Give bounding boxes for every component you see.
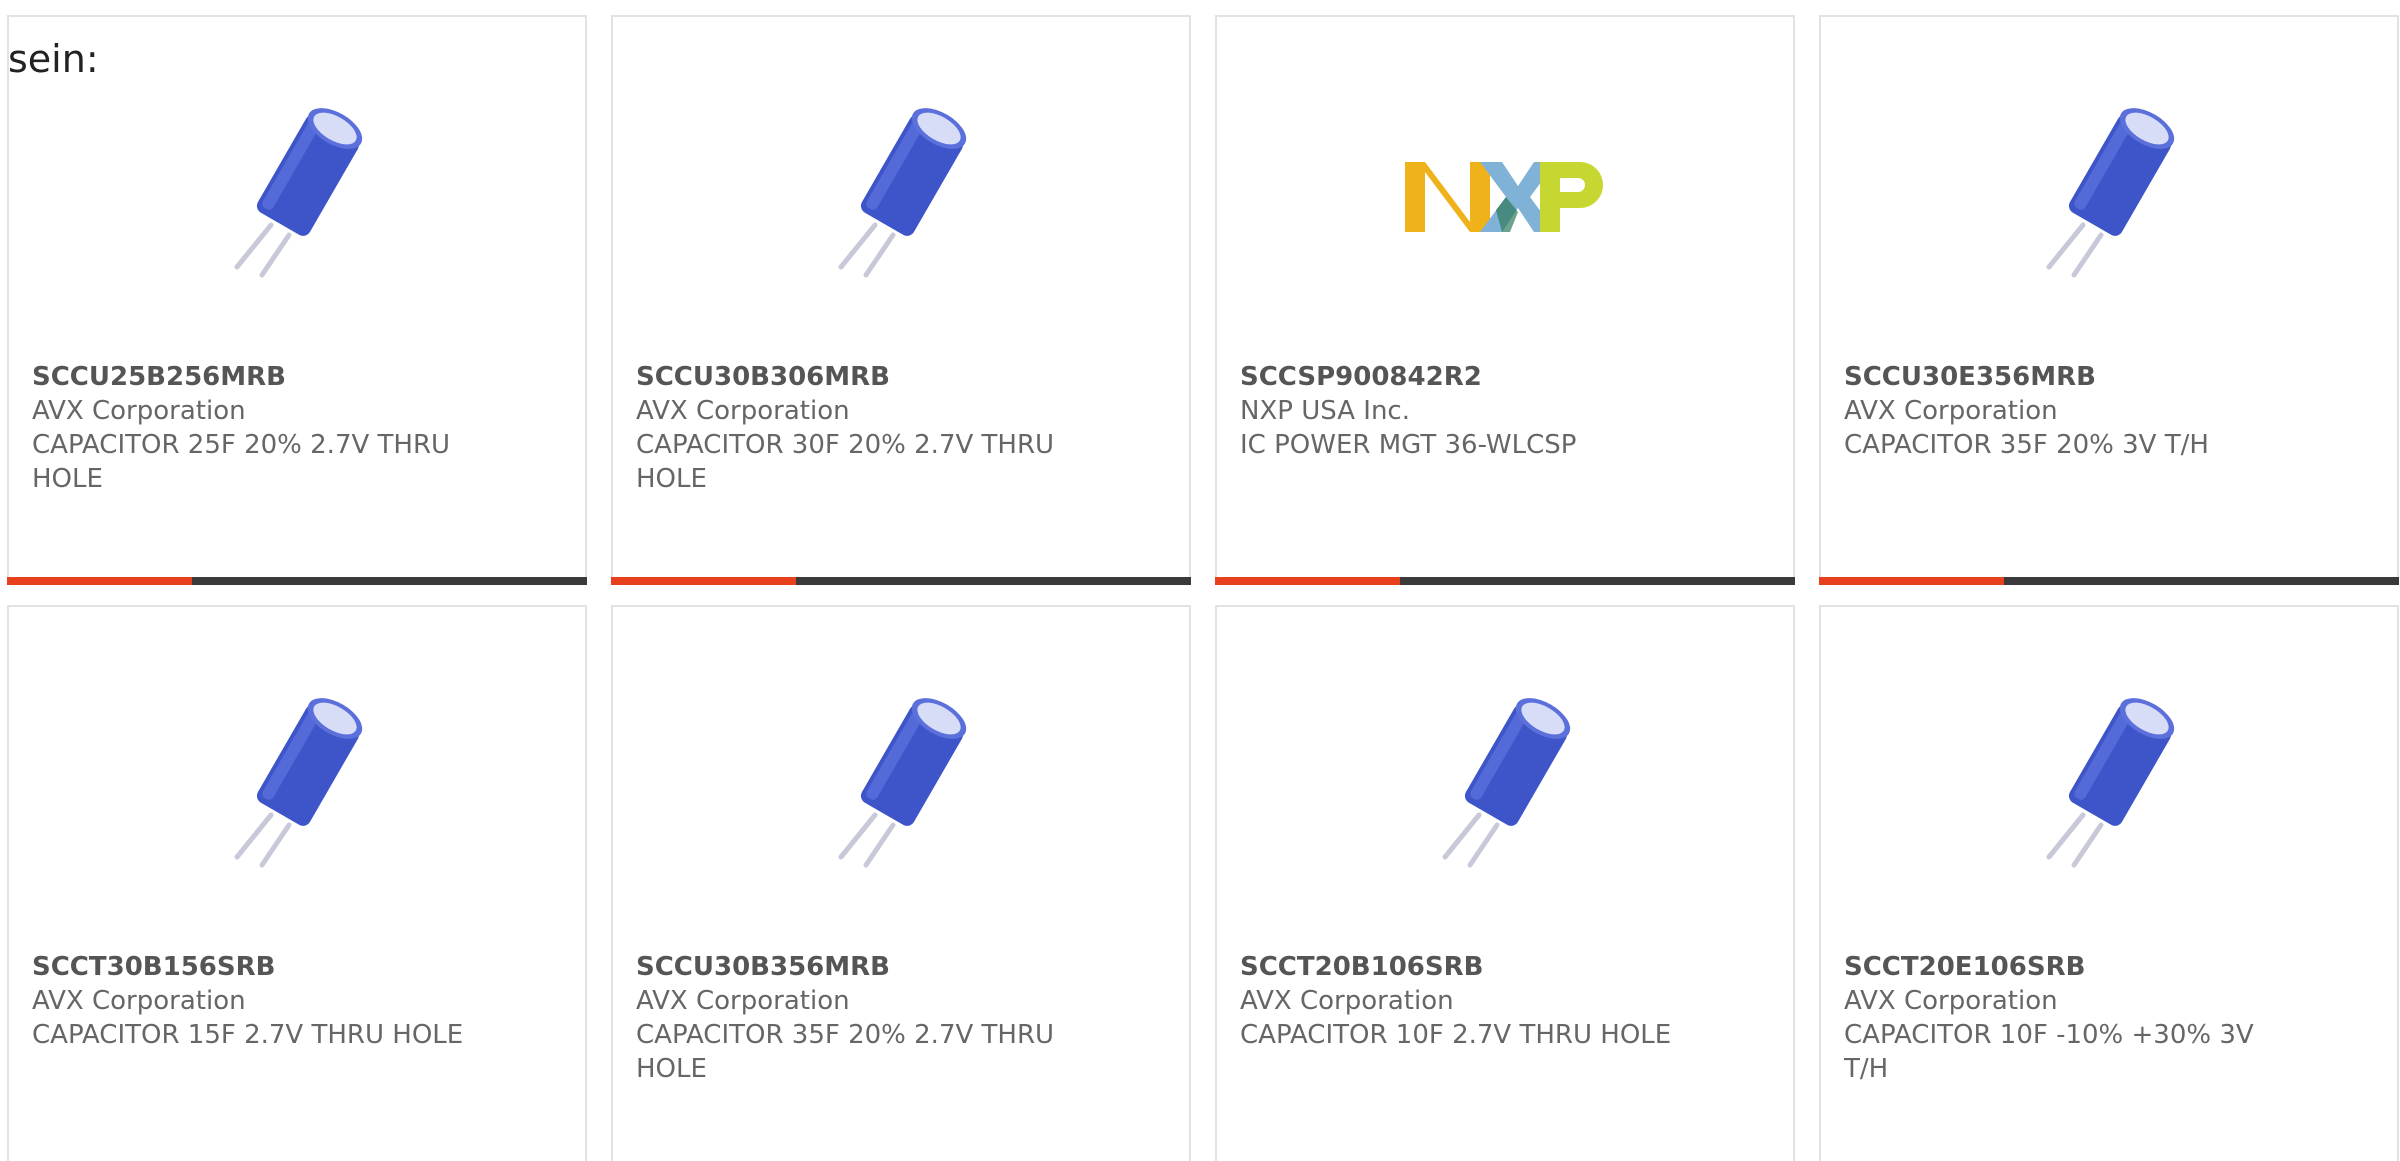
product-info: SCCU30E356MRB AVX Corporation CAPACITOR … bbox=[1844, 360, 2277, 462]
card-bar-accent bbox=[7, 577, 192, 585]
card-bar-accent bbox=[1819, 577, 2004, 585]
manufacturer: AVX Corporation bbox=[1844, 396, 2058, 426]
product-info: SCCU30B306MRB AVX Corporation CAPACITOR … bbox=[636, 360, 1069, 496]
part-number[interactable]: SCCSP900842R2 bbox=[1240, 360, 1673, 394]
product-image[interactable] bbox=[613, 677, 1189, 897]
capacitor-icon bbox=[1442, 698, 1571, 868]
capacitor-icon bbox=[838, 698, 967, 868]
part-number[interactable]: SCCU30B306MRB bbox=[636, 360, 1069, 394]
description: CAPACITOR 35F 20% 3V T/H bbox=[1844, 430, 2209, 460]
product-image[interactable] bbox=[1217, 677, 1793, 897]
product-info: SCCT30B156SRB AVX Corporation CAPACITOR … bbox=[32, 950, 465, 1052]
card-bar-accent bbox=[1215, 577, 1400, 585]
part-number[interactable]: SCCU25B256MRB bbox=[32, 360, 465, 394]
card-bar bbox=[7, 577, 587, 585]
product-card[interactable]: SCCU25B256MRB AVX Corporation CAPACITOR … bbox=[7, 15, 587, 585]
part-number[interactable]: SCCT20E106SRB bbox=[1844, 950, 2277, 984]
product-card[interactable]: SCCSP900842R2 NXP USA Inc. IC POWER MGT … bbox=[1215, 15, 1795, 585]
card-bar-accent bbox=[611, 577, 796, 585]
product-info: SCCT20E106SRB AVX Corporation CAPACITOR … bbox=[1844, 950, 2277, 1086]
description: IC POWER MGT 36-WLCSP bbox=[1240, 430, 1577, 460]
description: CAPACITOR 35F 20% 2.7V THRU HOLE bbox=[636, 1020, 1055, 1084]
capacitor-icon bbox=[2046, 108, 2175, 278]
capacitor-icon bbox=[234, 698, 363, 868]
product-image[interactable] bbox=[1821, 677, 2397, 897]
product-info: SCCU30B356MRB AVX Corporation CAPACITOR … bbox=[636, 950, 1069, 1086]
product-card[interactable]: SCCT20E106SRB AVX Corporation CAPACITOR … bbox=[1819, 605, 2399, 1161]
capacitor-icon bbox=[234, 108, 363, 278]
product-image[interactable] bbox=[9, 87, 585, 307]
intro-text: sein: bbox=[8, 37, 99, 81]
manufacturer: AVX Corporation bbox=[1240, 986, 1454, 1016]
capacitor-icon bbox=[2046, 698, 2175, 868]
product-image[interactable] bbox=[9, 677, 585, 897]
description: CAPACITOR 15F 2.7V THRU HOLE bbox=[32, 1020, 464, 1050]
manufacturer: AVX Corporation bbox=[32, 986, 246, 1016]
description: CAPACITOR 10F 2.7V THRU HOLE bbox=[1240, 1020, 1672, 1050]
part-number[interactable]: SCCT20B106SRB bbox=[1240, 950, 1673, 984]
manufacturer: AVX Corporation bbox=[1844, 986, 2058, 1016]
description: CAPACITOR 10F -10% +30% 3V T/H bbox=[1844, 1020, 2254, 1084]
product-info: SCCU25B256MRB AVX Corporation CAPACITOR … bbox=[32, 360, 465, 496]
manufacturer: AVX Corporation bbox=[636, 986, 850, 1016]
manufacturer: AVX Corporation bbox=[636, 396, 850, 426]
product-image[interactable] bbox=[1821, 87, 2397, 307]
product-grid: SCCU25B256MRB AVX Corporation CAPACITOR … bbox=[7, 15, 2399, 1161]
card-bar bbox=[1819, 577, 2399, 585]
card-bar bbox=[1215, 577, 1795, 585]
product-image[interactable] bbox=[613, 87, 1189, 307]
card-bar bbox=[611, 577, 1191, 585]
product-card[interactable]: SCCU30B306MRB AVX Corporation CAPACITOR … bbox=[611, 15, 1191, 585]
product-info: SCCT20B106SRB AVX Corporation CAPACITOR … bbox=[1240, 950, 1673, 1052]
product-card[interactable]: SCCU30E356MRB AVX Corporation CAPACITOR … bbox=[1819, 15, 2399, 585]
product-card[interactable]: SCCU30B356MRB AVX Corporation CAPACITOR … bbox=[611, 605, 1191, 1161]
nxp-logo bbox=[1405, 162, 1603, 232]
product-info: SCCSP900842R2 NXP USA Inc. IC POWER MGT … bbox=[1240, 360, 1673, 462]
part-number[interactable]: SCCU30E356MRB bbox=[1844, 360, 2277, 394]
product-card[interactable]: SCCT20B106SRB AVX Corporation CAPACITOR … bbox=[1215, 605, 1795, 1161]
manufacturer: NXP USA Inc. bbox=[1240, 396, 1410, 426]
description: CAPACITOR 25F 20% 2.7V THRU HOLE bbox=[32, 430, 451, 494]
capacitor-icon bbox=[838, 108, 967, 278]
description: CAPACITOR 30F 20% 2.7V THRU HOLE bbox=[636, 430, 1055, 494]
product-image[interactable] bbox=[1217, 87, 1793, 307]
part-number[interactable]: SCCU30B356MRB bbox=[636, 950, 1069, 984]
page: sein: SCCU25B256MRB AVX Corporation CAPA… bbox=[0, 0, 2400, 1161]
product-card[interactable]: SCCT30B156SRB AVX Corporation CAPACITOR … bbox=[7, 605, 587, 1161]
manufacturer: AVX Corporation bbox=[32, 396, 246, 426]
part-number[interactable]: SCCT30B156SRB bbox=[32, 950, 465, 984]
